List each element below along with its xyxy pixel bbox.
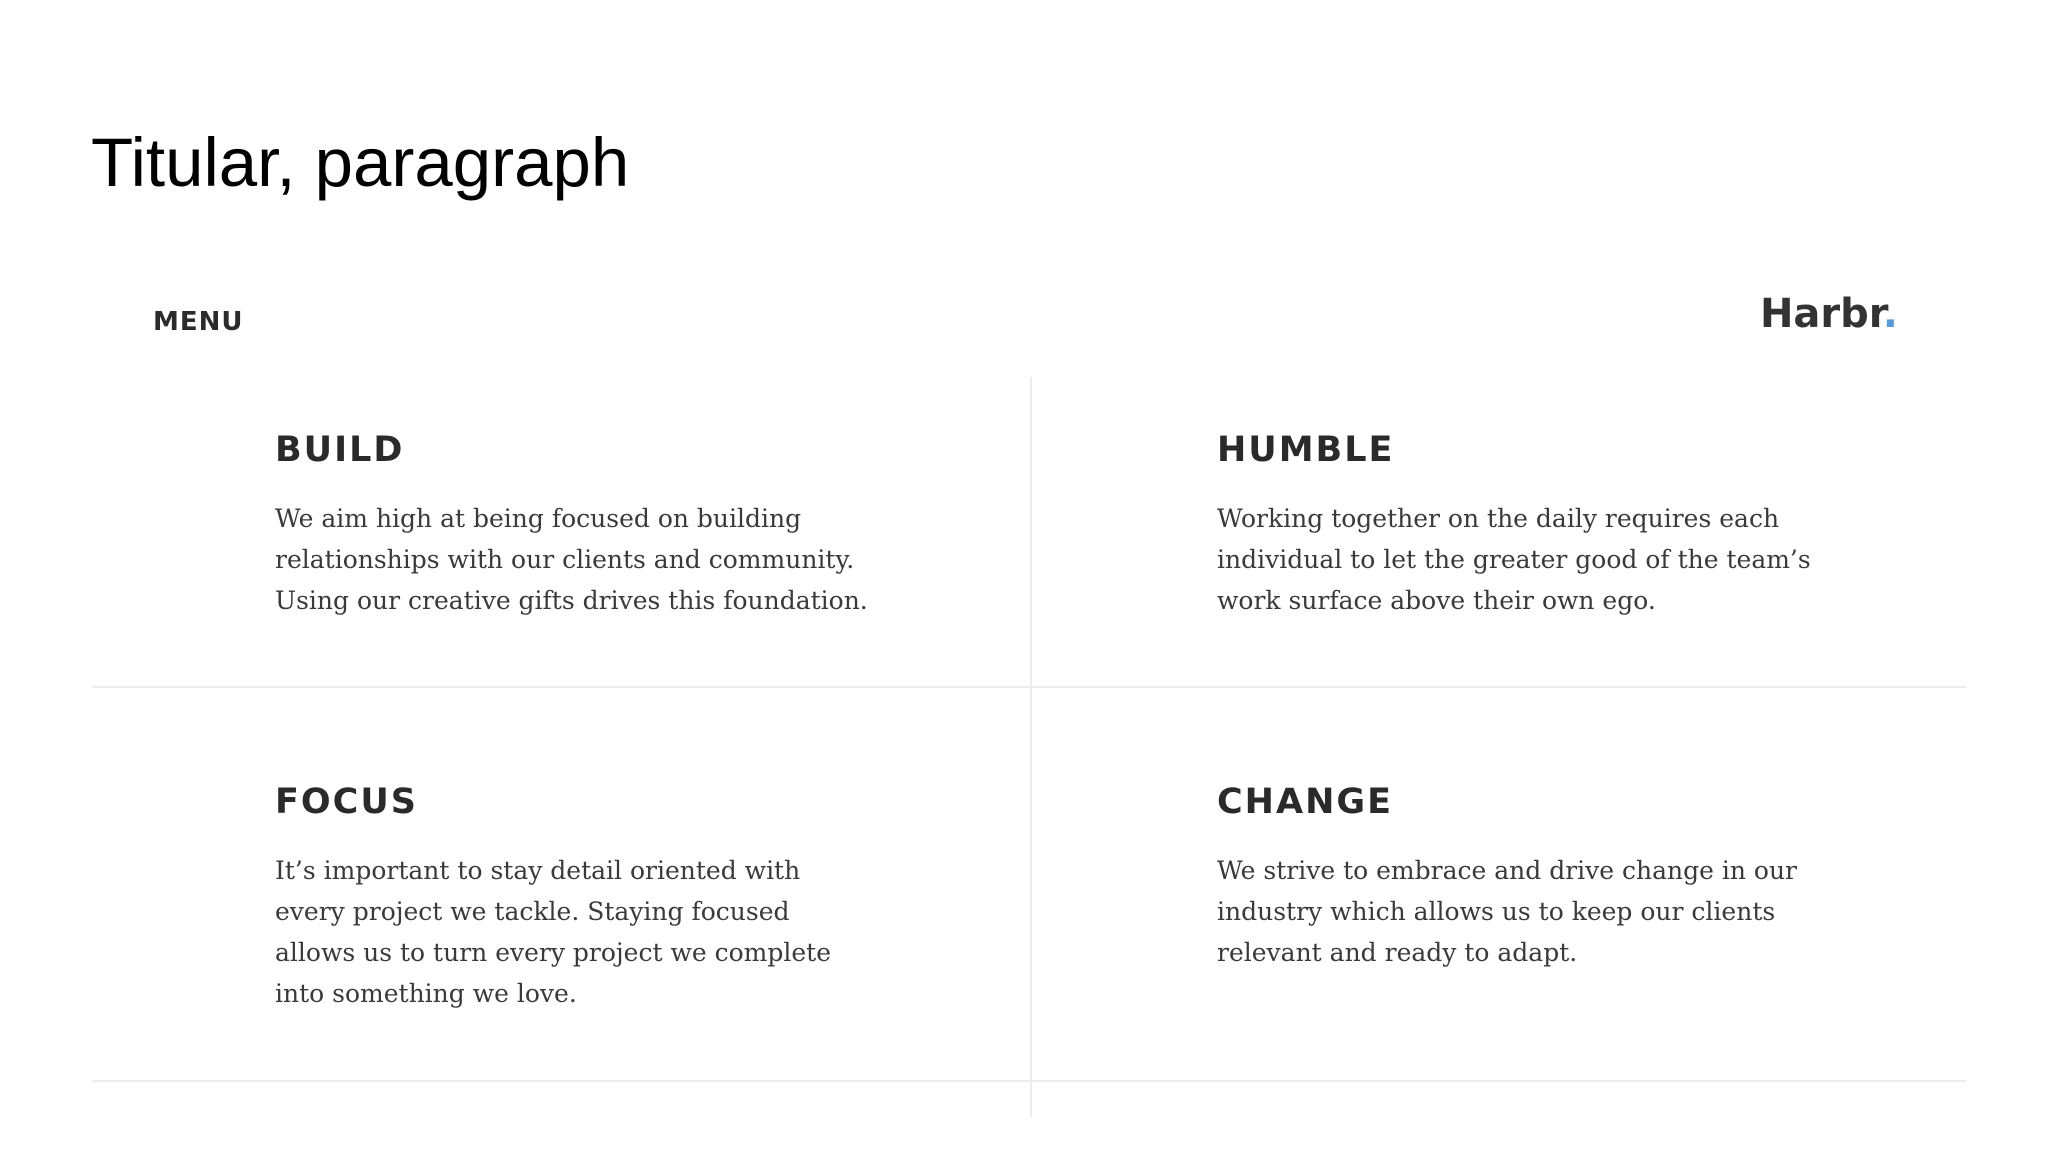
grid-horizontal-divider-top [92,686,1966,688]
value-description: We strive to embrace and drive change in… [1217,856,1798,967]
logo-text: Harbr [1759,291,1883,337]
value-heading: BUILD [275,430,405,470]
grid-vertical-divider [1030,377,1032,1117]
slide-title: Titular, paragraph [91,124,630,201]
value-heading: HUMBLE [1217,430,1395,470]
value-card-build: BUILD We aim high at being focused on bu… [275,428,875,621]
value-card-humble: HUMBLE Working together on the daily req… [1217,428,1817,621]
value-card-change: CHANGE We strive to embrace and drive ch… [1217,780,1817,973]
value-card-focus: FOCUS It’s important to stay detail orie… [275,780,875,1014]
logo-dot: . [1882,291,1898,337]
value-description: Working together on the daily requires e… [1217,504,1811,615]
value-description: It’s important to stay detail oriented w… [275,856,832,1008]
harbr-logo[interactable]: Harbr. [1760,291,1898,337]
value-description: We aim high at being focused on building… [275,504,868,615]
value-heading: CHANGE [1217,782,1393,822]
menu-button[interactable]: MENU [153,307,244,337]
grid-horizontal-divider-bottom [92,1080,1966,1082]
value-heading: FOCUS [275,782,418,822]
